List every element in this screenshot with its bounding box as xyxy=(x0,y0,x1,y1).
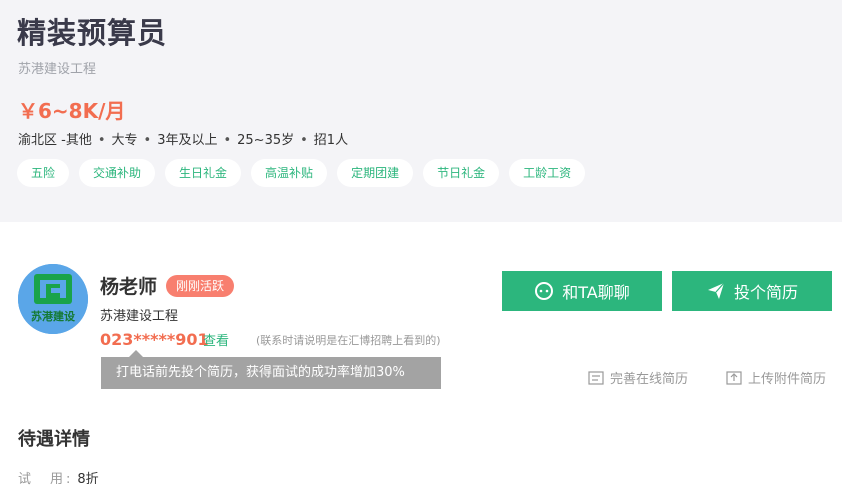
meta-separator: • xyxy=(300,133,308,148)
meta-experience: 3年及以上 xyxy=(157,133,218,148)
benefit-tag: 交通补助 xyxy=(79,159,156,187)
benefit-tag: 节日礼金 xyxy=(423,159,500,187)
company-name[interactable]: 苏港建设工程 xyxy=(18,58,96,77)
send-resume-label: 投个简历 xyxy=(733,283,798,302)
job-header: 精装预算员 苏港建设工程 ￥6~8K/月 渝北区 -其他 • 大专 • 3年及以上 • 25… xyxy=(0,0,842,222)
benefit-tag: 五险 xyxy=(17,159,70,187)
benefit-tag: 生日礼金 xyxy=(165,159,242,187)
meta-location: 渝北区 -其他 xyxy=(18,133,92,148)
document-icon xyxy=(588,370,604,385)
upload-resume-label: 上传附件简历 xyxy=(748,372,827,387)
upload-icon xyxy=(726,370,742,385)
meta-age: 25~35岁 xyxy=(237,133,295,148)
meta-separator: • xyxy=(97,133,106,148)
meta-education: 大专 xyxy=(111,133,138,148)
chat-button[interactable]: 和TA聊聊 xyxy=(502,271,662,311)
avatar-text: 苏港建设 xyxy=(31,309,76,323)
benefit-tags: 五险 交通补助 生日礼金 高温补贴 定期团建 节日礼金 工龄工资 xyxy=(17,159,586,187)
recruiter-company: 苏港建设工程 xyxy=(100,309,179,324)
meta-separator: • xyxy=(143,133,152,148)
view-phone-link[interactable]: 查看 xyxy=(203,330,229,349)
status-badge: 刚刚活跃 xyxy=(166,275,235,297)
benefit-tag: 定期团建 xyxy=(337,159,414,187)
upload-resume-link[interactable]: 上传附件简历 xyxy=(726,368,826,387)
chat-icon xyxy=(535,282,554,300)
call-tooltip: 打电话前先投个简历，获得面试的成功率增加30% xyxy=(101,350,441,389)
send-resume-button[interactable]: 投个简历 xyxy=(672,271,832,311)
meta-headcount: 招1人 xyxy=(313,133,349,148)
avatar: 苏港建设 xyxy=(18,264,88,334)
recruiter-name: 杨老师 xyxy=(100,276,158,298)
job-title: 精装预算员 xyxy=(17,16,168,50)
complete-online-resume-label: 完善在线简历 xyxy=(610,372,689,387)
benefit-tag: 工龄工资 xyxy=(509,159,586,187)
company-logo-icon: 苏港建设 xyxy=(18,264,88,334)
phone-number: 023*****901 xyxy=(100,330,209,349)
benefit-row: 试 用: 8折 xyxy=(18,468,99,487)
benefit-row-key: 试 用: xyxy=(18,472,74,487)
meta-separator: • xyxy=(223,133,232,148)
phone-note: (联系时请说明是在汇博招聘上看到的) xyxy=(256,334,441,347)
chat-button-label: 和TA聊聊 xyxy=(562,283,630,302)
salary: ￥6~8K/月 xyxy=(18,99,126,123)
benefit-row-value: 8折 xyxy=(77,472,99,487)
benefit-tag: 高温补贴 xyxy=(251,159,328,187)
job-meta: 渝北区 -其他 • 大专 • 3年及以上 • 25~35岁 • 招1人 xyxy=(18,129,348,148)
complete-online-resume-link[interactable]: 完善在线简历 xyxy=(588,368,688,387)
paper-plane-icon xyxy=(707,282,725,299)
benefits-section-title: 待遇详情 xyxy=(18,429,90,450)
